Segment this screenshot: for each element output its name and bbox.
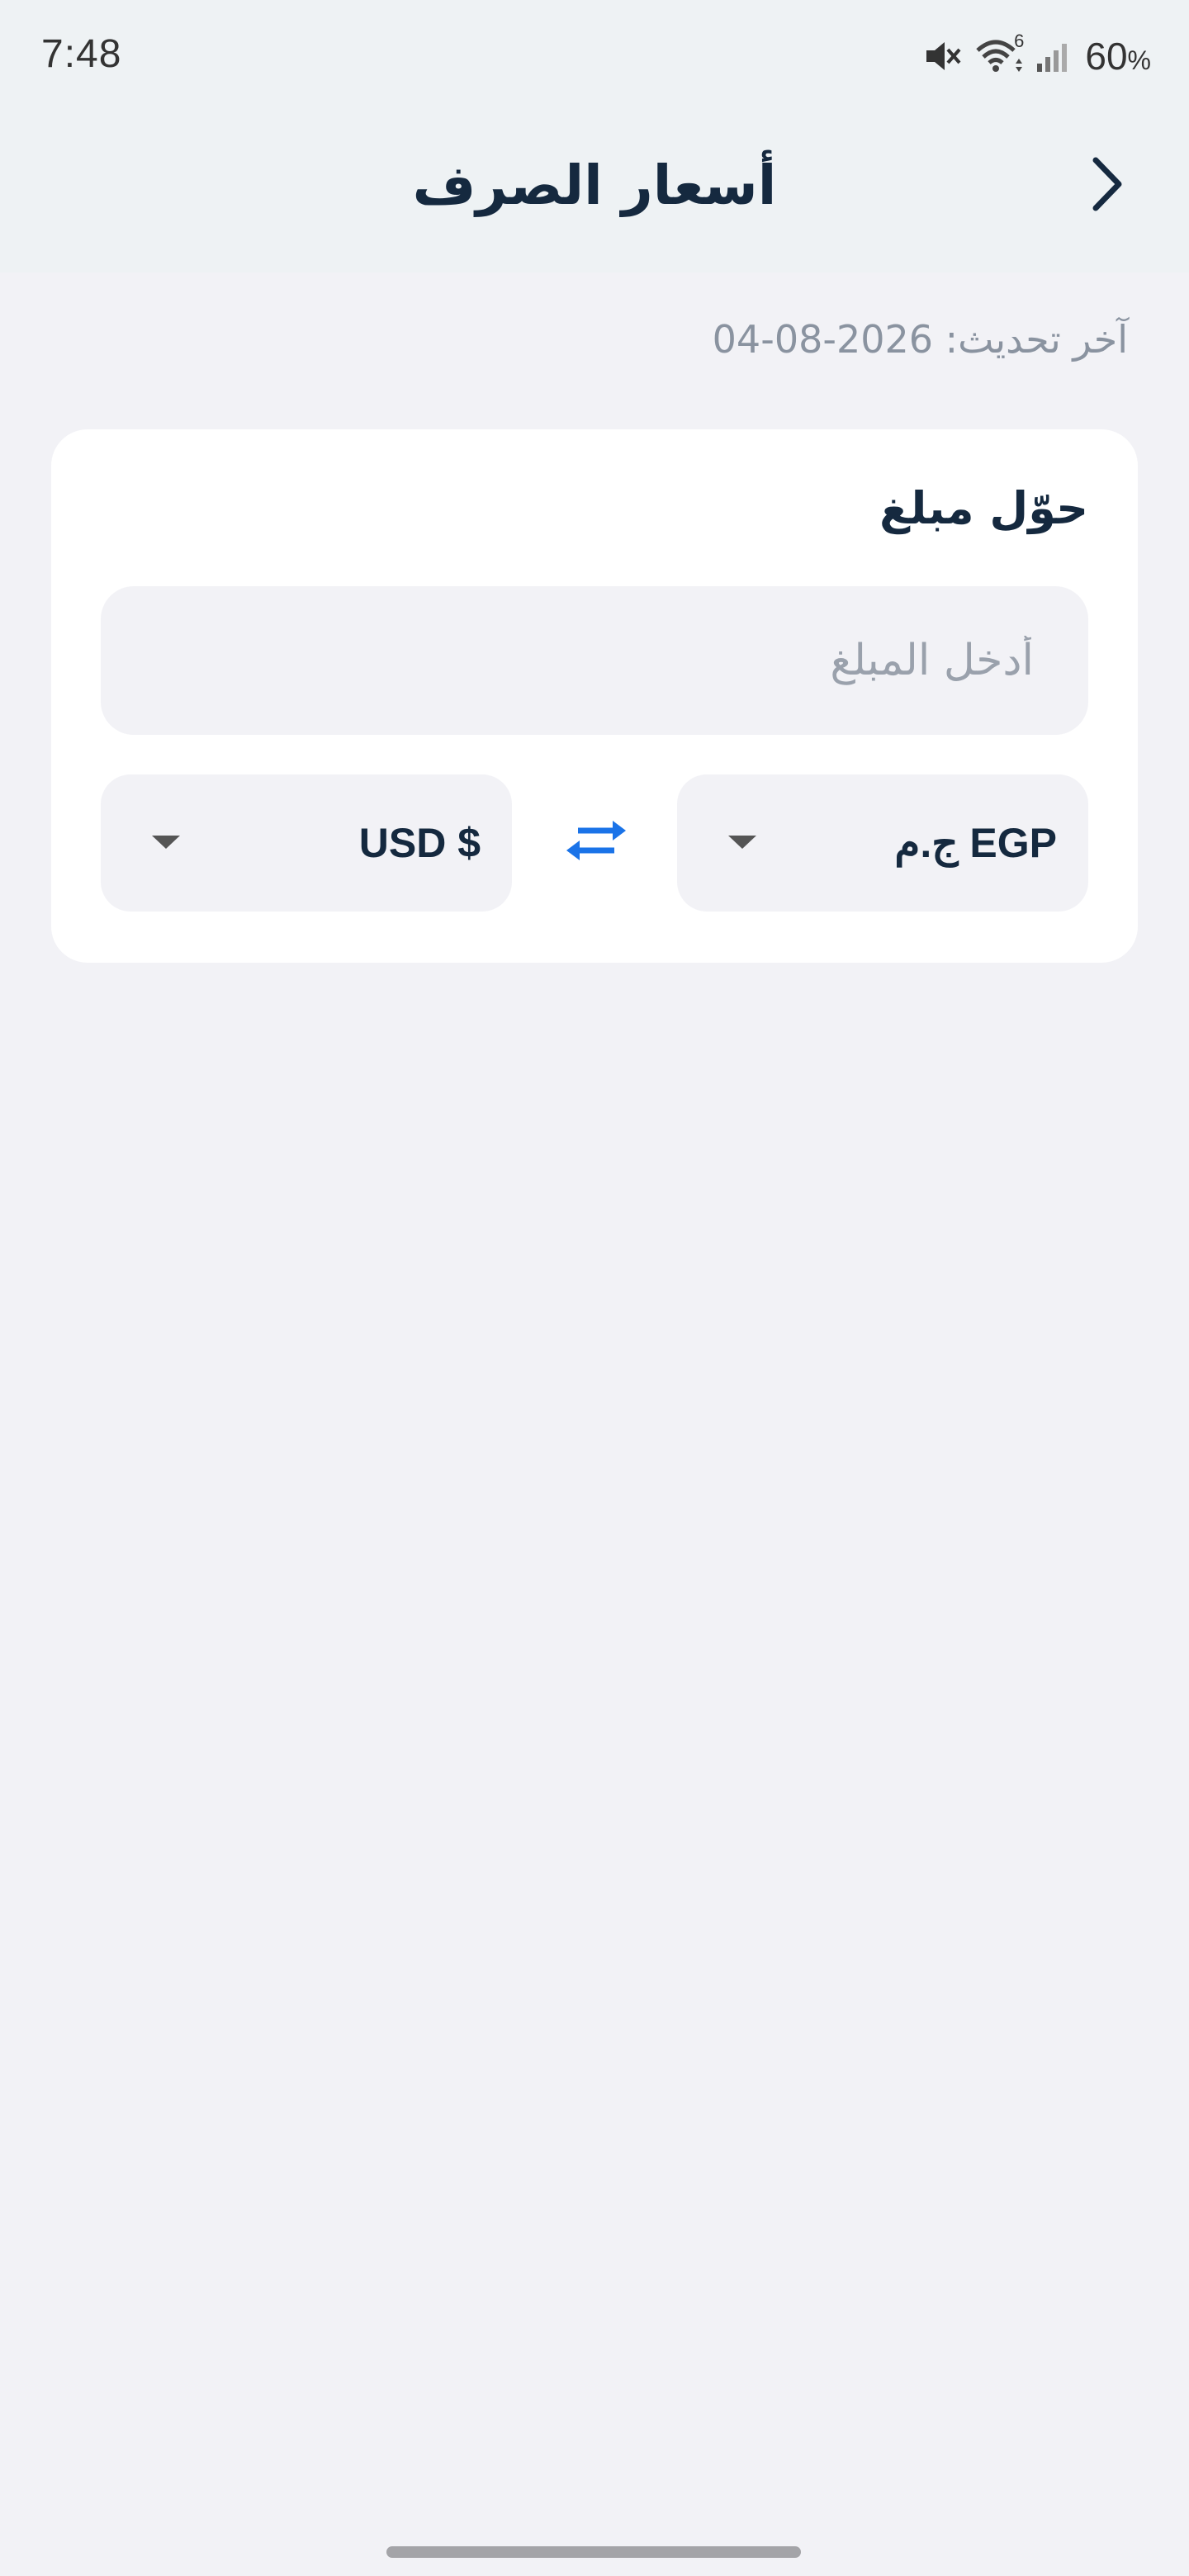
converter-card: حوّل مبلغ ج.م EGP USD $ xyxy=(51,429,1138,963)
status-time: 7:48 xyxy=(41,32,122,76)
to-currency-select[interactable]: USD $ xyxy=(101,774,512,912)
amount-input[interactable] xyxy=(101,586,1088,735)
status-bar: 7:48 6 60% xyxy=(0,0,1189,112)
battery-value: 60 xyxy=(1085,35,1128,78)
wifi-icon: 6 xyxy=(974,31,1024,77)
swap-arrows-icon xyxy=(565,816,628,869)
converter-title: حوّل مبلغ xyxy=(879,482,1088,534)
caret-down-icon xyxy=(727,829,758,857)
status-icons: 6 60% xyxy=(921,31,1151,81)
battery-level: 60% xyxy=(1085,34,1151,78)
from-currency-value: ج.م EGP xyxy=(894,820,1057,866)
mute-icon xyxy=(921,36,963,77)
app-header: أسعار الصرف xyxy=(0,140,1189,231)
last-update-text: آخر تحديث: 2026-08-04 xyxy=(712,317,1128,362)
battery-unit: % xyxy=(1127,45,1151,75)
caret-down-icon xyxy=(150,829,182,857)
swap-currencies-button[interactable] xyxy=(563,801,629,883)
back-button[interactable] xyxy=(1073,153,1139,219)
signal-icon xyxy=(1035,36,1073,77)
wifi-badge: 6 xyxy=(1014,31,1025,51)
chevron-right-icon xyxy=(1086,155,1127,216)
home-indicator[interactable] xyxy=(386,2546,801,2558)
from-currency-select[interactable]: ج.م EGP xyxy=(677,774,1088,912)
to-currency-value: USD $ xyxy=(358,820,481,866)
page-title: أسعار الصرف xyxy=(412,154,777,217)
